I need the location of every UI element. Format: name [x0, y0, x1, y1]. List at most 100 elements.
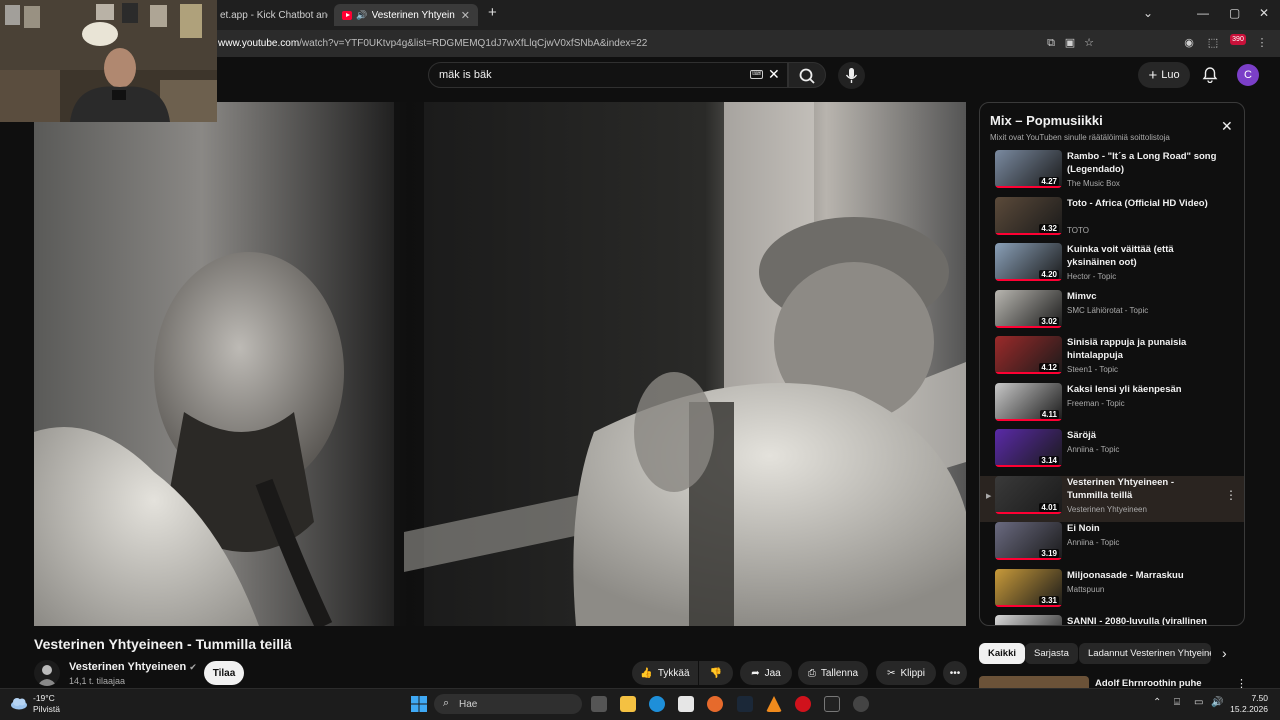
tab-youtube-active[interactable]: 🔊 Vesterinen Yhtyeineen - Tu ✕	[334, 4, 478, 26]
playlist-thumbnail[interactable]: 3.02	[995, 289, 1062, 328]
minimize-button[interactable]: —	[1197, 6, 1209, 20]
playlist-thumbnail[interactable]: 4.01	[995, 475, 1062, 514]
tray-network-icon[interactable]: ⌸	[1174, 697, 1180, 708]
playlist-item-channel: The Music Box	[1067, 179, 1120, 188]
playlist-item[interactable]: 4.29 SANNI - 2080-luvulla (virallinen mus…	[980, 615, 1244, 625]
speaker-icon[interactable]: 🔊	[356, 10, 367, 21]
user-avatar[interactable]: C	[1237, 64, 1259, 86]
clear-search-icon[interactable]: ✕	[768, 66, 780, 83]
create-button[interactable]: + Luo	[1138, 62, 1190, 88]
video-player[interactable]	[34, 102, 966, 626]
weather-cloud-icon	[10, 696, 30, 710]
chips-next-chevron-icon[interactable]: ›	[1222, 645, 1227, 661]
playlist-item[interactable]: 4.27 Rambo - "It´s a Long Road" song (Leg…	[980, 150, 1244, 196]
watched-progress-bar	[995, 372, 1062, 374]
tab-kick-chatbot[interactable]: et.app - Kick Chatbot and S ✕	[212, 4, 328, 26]
tray-display-icon[interactable]: ▭	[1194, 697, 1203, 708]
playlist-item[interactable]: 3.14 Säröjä Anniina - Topic	[980, 429, 1244, 475]
close-playlist-icon[interactable]: ✕	[1221, 118, 1233, 135]
maximize-button[interactable]: ▢	[1229, 6, 1240, 20]
taskbar-search-placeholder: Hae	[459, 698, 478, 710]
tab-list-chevron-icon[interactable]: ⌄	[1143, 6, 1153, 20]
create-label: Luo	[1161, 69, 1180, 81]
next-video-thumbnail[interactable]	[979, 676, 1089, 688]
item-menu-icon[interactable]: ⋮	[1225, 488, 1237, 502]
close-tab-icon[interactable]: ✕	[461, 9, 470, 22]
firefox-icon[interactable]	[707, 696, 723, 712]
install-app-icon[interactable]: ▣	[1064, 37, 1076, 49]
taskbar-search[interactable]: Hae	[434, 694, 582, 714]
voice-search-button[interactable]	[838, 62, 865, 89]
store-icon[interactable]	[678, 696, 694, 712]
playlist-thumbnail[interactable]: 4.32	[995, 196, 1062, 235]
task-view-icon[interactable]	[591, 696, 607, 712]
file-explorer-icon[interactable]	[620, 696, 636, 712]
pip-icon[interactable]: ⧉	[1045, 37, 1057, 49]
playlist-item-title: Miljoonasade - Marraskuu	[1067, 569, 1184, 581]
playlist-thumbnail[interactable]: 3.31	[995, 568, 1062, 607]
channel-name[interactable]: Vesterinen Yhtyeineen ✔	[69, 661, 197, 673]
plus-icon: +	[1148, 66, 1158, 84]
url-domain: www.youtube.com	[218, 38, 300, 49]
tray-volume-icon[interactable]: 🔊	[1211, 697, 1223, 708]
bookmark-icon: ⎙	[807, 667, 816, 679]
playlist-item[interactable]: 3.19 Ei Noin Anniina - Topic	[980, 522, 1244, 568]
channel-avatar[interactable]	[34, 660, 60, 686]
keyboard-icon[interactable]: ⌨	[750, 70, 763, 79]
url-path: /watch?v=YTF0UKtvp4g&list=RDGMEMQ1dJ7wXf…	[299, 38, 648, 49]
playlist-thumbnail[interactable]: 4.27	[995, 150, 1062, 188]
settings-gear-icon[interactable]	[853, 696, 869, 712]
steam-icon[interactable]	[737, 696, 753, 712]
windows-start-icon[interactable]	[411, 696, 427, 717]
playlist-item[interactable]: 4.32 Toto - Africa (Official HD Video) TOT…	[980, 196, 1244, 243]
opera-icon[interactable]	[795, 696, 811, 712]
playlist-item[interactable]: 4.12 Sinisiä rappuja ja punaisia hintalap…	[980, 336, 1244, 382]
browser-menu-icon[interactable]: ⋮	[1256, 37, 1268, 49]
more-actions-button[interactable]: •••	[943, 661, 967, 685]
duration-badge: 4.11	[1039, 409, 1059, 419]
playlist-thumbnail[interactable]: 4.12	[995, 336, 1062, 374]
notifications-bell-icon[interactable]	[1202, 66, 1218, 88]
playlist-item[interactable]: 4.11 Kaksi lensi yli käenpesän Freeman - T…	[980, 382, 1244, 429]
playlist-title: Mix – Popmusiikki	[990, 113, 1103, 128]
weather-widget[interactable]: -19°C Pilvistä	[33, 693, 60, 715]
tray-chevron-up-icon[interactable]: ⌃	[1153, 697, 1161, 708]
playlist-item[interactable]: 3.02 Mimvc SMC Lähiörotat - Topic	[980, 289, 1244, 336]
watched-progress-bar	[995, 511, 1062, 514]
playlist-thumbnail[interactable]: 3.19	[995, 522, 1062, 560]
taskbar-clock[interactable]: 7.50 15.2.2026	[1228, 693, 1268, 715]
playlist-item-channel: Mattspuun	[1067, 584, 1105, 594]
terminal-icon[interactable]	[824, 696, 840, 712]
bookmark-star-icon[interactable]: ☆	[1083, 37, 1095, 49]
extensions-icon[interactable]: ⬚	[1207, 37, 1219, 49]
new-tab-button[interactable]: +	[488, 4, 497, 21]
share-button[interactable]: ➦ Jaa	[740, 661, 792, 685]
chip-sarjasta[interactable]: Sarjasta	[1025, 643, 1078, 664]
clip-button[interactable]: ✂ Klippi	[876, 661, 936, 685]
playlist-thumbnail[interactable]: 3.14	[995, 429, 1062, 467]
profile-icon[interactable]: ◉	[1183, 37, 1195, 49]
playlist-thumbnail[interactable]: 4.29	[995, 615, 1062, 625]
playlist-item[interactable]: 3.31 Miljoonasade - Marraskuu Mattspuun	[980, 568, 1244, 615]
like-button[interactable]: 👍 Tykkää	[632, 661, 698, 685]
webcam-overlay	[0, 0, 217, 122]
webcam-image	[0, 0, 217, 122]
window-close-button[interactable]: ✕	[1259, 6, 1269, 20]
dislike-button[interactable]: 👎	[699, 661, 733, 685]
playlist-item[interactable]: 4.20 Kuinka voit väittää (että yksinäinen…	[980, 243, 1244, 289]
chip-uploaded-by[interactable]: Ladannut Vesterinen Yhtyeineen	[1079, 643, 1211, 664]
playlist-thumbnail[interactable]: 4.11	[995, 382, 1062, 421]
url-field[interactable]: www.youtube.com/watch?v=YTF0UKtvp4g&list…	[218, 38, 647, 49]
chip-kaikki[interactable]: Kaikki	[979, 643, 1025, 664]
windows-taskbar	[0, 688, 1280, 720]
now-playing-icon: ▶	[986, 492, 992, 500]
save-button[interactable]: ⎙ Tallenna	[798, 661, 868, 685]
playlist-item-current[interactable]: ▶ ⋮ 4.01 Vesterinen Yhtyeineen - Tummilla t…	[980, 475, 1244, 522]
share-label: Jaa	[764, 667, 781, 679]
search-button[interactable]	[788, 62, 826, 88]
playlist-item-title: Kuinka voit väittää (että yksinäinen oot…	[1067, 244, 1174, 268]
edge-browser-icon[interactable]	[649, 696, 665, 712]
subscribe-button[interactable]: Tilaa	[204, 661, 244, 685]
extension-badge[interactable]: 390	[1230, 34, 1246, 45]
playlist-thumbnail[interactable]: 4.20	[995, 243, 1062, 281]
